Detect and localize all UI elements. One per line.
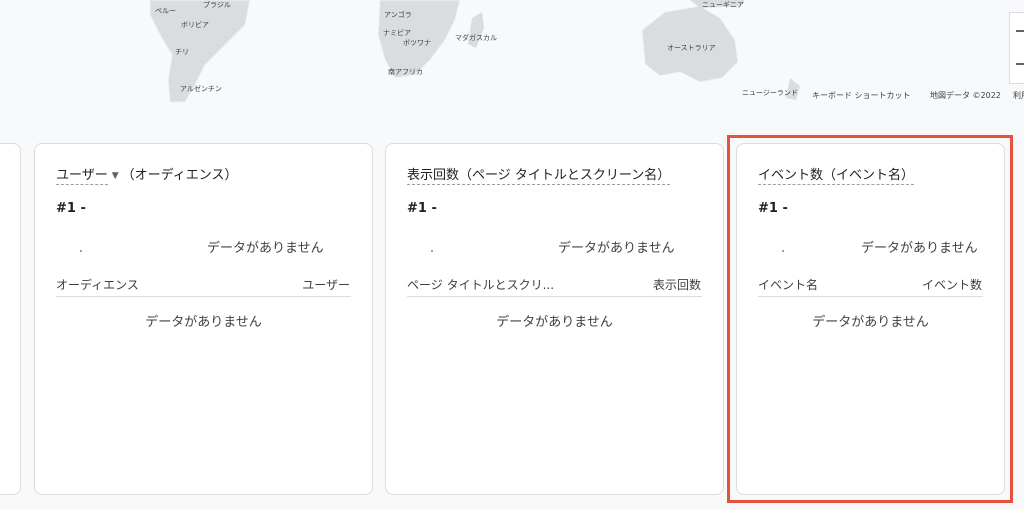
terms-link[interactable]: 利用 — [1013, 90, 1024, 101]
empty-chart-marker — [782, 250, 784, 252]
map-label-botswana: ボツワナ — [403, 39, 431, 47]
card-event-count: イベント数（イベント名） #1 - データがありません イベント名 イベント数 … — [736, 143, 1005, 495]
map-label-new-zealand: ニュージーランド — [742, 89, 798, 97]
rank-label: #1 - — [56, 201, 86, 216]
map-label-new-guinea: ニューギニア — [702, 1, 744, 9]
map-label-south-africa: 南アフリカ — [388, 68, 423, 76]
column-header-dimension: イベント名 — [758, 278, 819, 292]
card-partial-left — [0, 143, 21, 495]
table-divider — [56, 296, 351, 297]
table-no-data-message: データがありません — [145, 315, 262, 330]
metric-selector-users[interactable]: ユーザー — [56, 168, 108, 185]
card-views-page-title: 表示回数（ページ タイトルとスクリーン名） #1 - データがありません ページ… — [385, 143, 724, 495]
metric-selector-views[interactable]: 表示回数（ページ タイトルとスクリーン名） — [407, 168, 671, 185]
map-label-australia: オーストラリア — [667, 44, 716, 52]
table-divider — [407, 296, 702, 297]
card-title: 表示回数（ページ タイトルとスクリーン名） — [407, 164, 671, 185]
no-data-message: データがありません — [207, 241, 324, 256]
dropdown-caret-icon[interactable]: ▼ — [112, 171, 119, 181]
dimension-label: （オーディエンス） — [121, 168, 238, 183]
map-label-argentina: アルゼンチン — [180, 85, 222, 93]
empty-chart-marker — [431, 250, 433, 252]
column-header-dimension: オーディエンス — [56, 278, 139, 292]
world-map[interactable]: ペルー ブラジル ボリビア チリ アルゼンチン アンゴラ ナミビア ボツワナ マ… — [0, 0, 1024, 112]
column-header-dimension: ページ タイトルとスクリ... — [407, 278, 555, 292]
table-no-data-message: データがありません — [812, 315, 929, 330]
map-label-peru: ペルー — [155, 7, 176, 15]
metric-selector-event-count[interactable]: イベント数（イベント名） — [758, 168, 915, 185]
minus-icon[interactable] — [1016, 63, 1024, 65]
map-label-namibia: ナミビア — [383, 29, 411, 37]
column-header-metric: イベント数 — [921, 278, 982, 292]
keyboard-shortcuts-link[interactable]: キーボード ショートカット — [812, 90, 911, 101]
column-header-metric: ユーザー — [302, 278, 350, 292]
map-label-brazil: ブラジル — [203, 1, 231, 9]
card-users-audience: ユーザー ▼ （オーディエンス） #1 - データがありません オーディエンス ユー… — [34, 143, 373, 495]
table-divider — [758, 296, 983, 297]
map-label-bolivia: ボリビア — [181, 21, 209, 29]
map-label-madagascar: マダガスカル — [455, 34, 497, 42]
table-no-data-message: データがありません — [496, 315, 613, 330]
map-zoom-control — [1009, 12, 1024, 84]
no-data-message: データがありません — [861, 241, 978, 256]
map-data-attribution: 地図データ ©2022 — [930, 91, 1001, 100]
card-title: ユーザー ▼ （オーディエンス） — [56, 164, 238, 185]
column-header-metric: 表示回数 — [652, 278, 701, 292]
map-label-angola: アンゴラ — [384, 11, 412, 19]
map-label-chile: チリ — [175, 48, 189, 56]
rank-label: #1 - — [758, 201, 788, 216]
no-data-message: データがありません — [558, 241, 675, 256]
empty-chart-marker — [80, 250, 82, 252]
rank-label: #1 - — [407, 201, 437, 216]
plus-icon[interactable] — [1016, 30, 1024, 32]
card-title: イベント数（イベント名） — [758, 164, 915, 185]
